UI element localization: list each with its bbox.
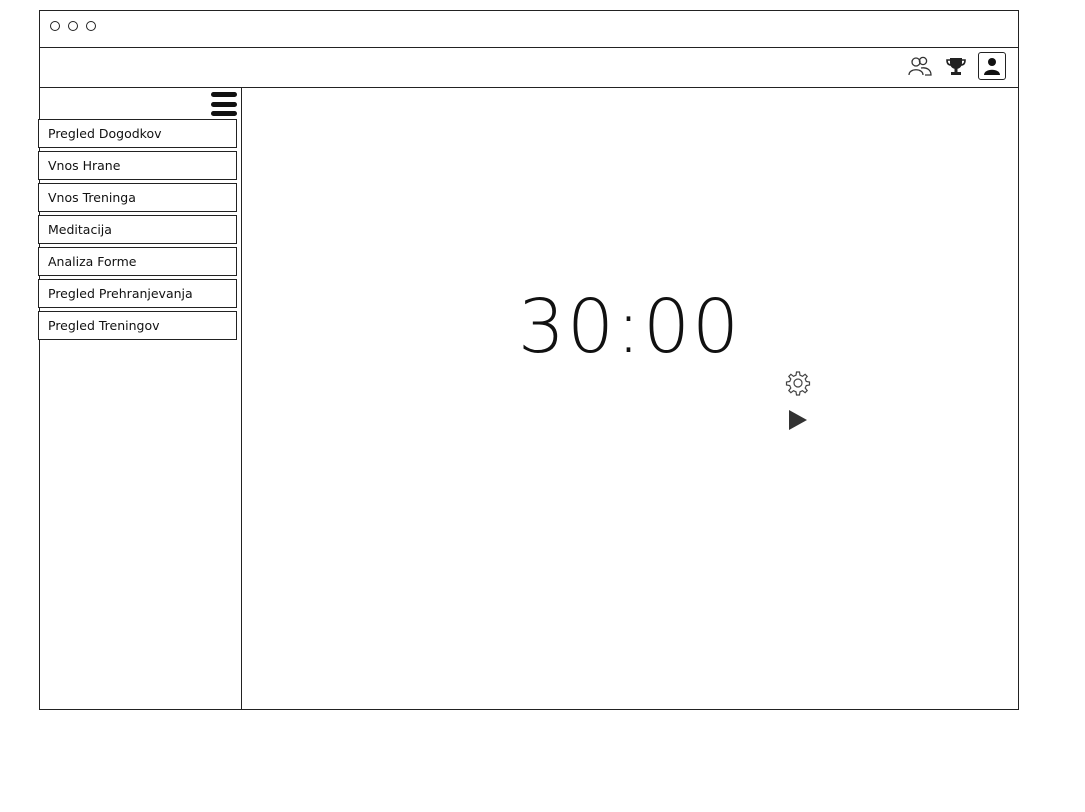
close-window-control[interactable] bbox=[50, 21, 60, 31]
minimize-window-control[interactable] bbox=[68, 21, 78, 31]
sidebar-item-meditacija[interactable]: Meditacija bbox=[38, 215, 237, 244]
top-toolbar bbox=[40, 47, 1018, 88]
sidebar-item-pregled-dogodkov[interactable]: Pregled Dogodkov bbox=[38, 119, 237, 148]
hamburger-menu-icon[interactable] bbox=[211, 92, 237, 116]
users-icon[interactable] bbox=[906, 52, 934, 80]
sidebar-item-pregled-treningov[interactable]: Pregled Treningov bbox=[38, 311, 237, 340]
sidebar: Pregled Dogodkov Vnos Hrane Vnos Trening… bbox=[38, 87, 242, 709]
profile-icon[interactable] bbox=[978, 52, 1006, 80]
sidebar-item-pregled-prehranjevanja[interactable]: Pregled Prehranjevanja bbox=[38, 279, 237, 308]
timer-display: 30:00 bbox=[517, 284, 742, 370]
window-controls bbox=[50, 21, 96, 31]
sidebar-item-vnos-hrane[interactable]: Vnos Hrane bbox=[38, 151, 237, 180]
maximize-window-control[interactable] bbox=[86, 21, 96, 31]
main-content: 30:00 bbox=[241, 87, 1018, 709]
sidebar-menu: Pregled Dogodkov Vnos Hrane Vnos Trening… bbox=[38, 119, 239, 343]
sidebar-item-vnos-treninga[interactable]: Vnos Treninga bbox=[38, 183, 237, 212]
play-icon[interactable] bbox=[787, 409, 809, 431]
window-titlebar bbox=[40, 11, 1018, 48]
trophy-icon[interactable] bbox=[942, 52, 970, 80]
settings-gear-icon[interactable] bbox=[785, 370, 811, 396]
sidebar-item-analiza-forme[interactable]: Analiza Forme bbox=[38, 247, 237, 276]
app-window: Pregled Dogodkov Vnos Hrane Vnos Trening… bbox=[38, 10, 1019, 710]
toolbar-icons bbox=[906, 52, 1006, 80]
